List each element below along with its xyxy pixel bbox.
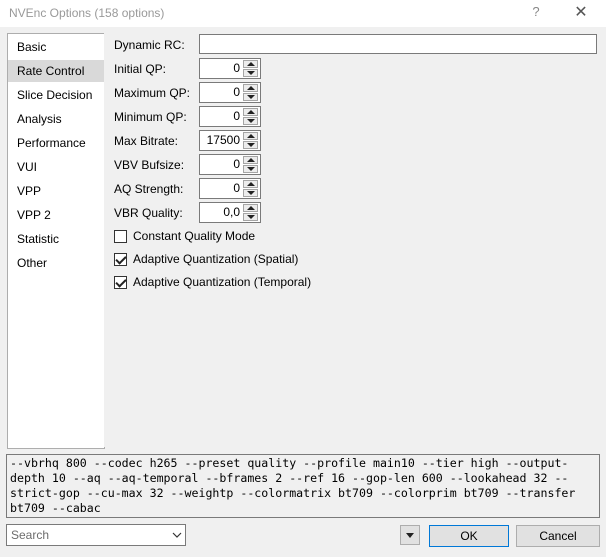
vbr-quality-label: VBR Quality: [114,206,183,220]
initial-qp-value[interactable]: 0 [200,59,242,78]
triangle-up-icon[interactable] [243,132,258,140]
category-list: Basic Rate Control Slice Decision Analys… [7,33,105,449]
sidebar-item-vpp[interactable]: VPP [8,180,104,202]
aq-temporal-label: Adaptive Quantization (Temporal) [133,275,312,289]
ok-button[interactable]: OK [429,525,509,547]
triangle-down-icon[interactable] [243,117,258,125]
window-title: NVEnc Options (158 options) [9,6,165,20]
aq-strength-value[interactable]: 0 [200,179,242,198]
triangle-down-icon[interactable] [243,93,258,101]
rate-control-panel: Dynamic RC: Initial QP: 0 Maximum QP: 0 … [104,33,601,447]
sidebar-item-performance[interactable]: Performance [8,132,104,154]
aq-strength-label: AQ Strength: [114,182,184,196]
dynamic-rc-input[interactable] [199,34,597,54]
sidebar-item-statistic[interactable]: Statistic [8,228,104,250]
dynamic-rc-label: Dynamic RC: [114,38,185,52]
triangle-down-icon[interactable] [243,189,258,197]
vbv-bufsize-stepper[interactable]: 0 [199,154,261,175]
chevron-down-icon[interactable] [171,529,183,541]
search-input[interactable]: Search [11,528,49,542]
sidebar-item-rate-control[interactable]: Rate Control [8,60,104,82]
triangle-up-icon[interactable] [243,156,258,164]
command-line-preview[interactable]: --vbrhq 800 --codec h265 --preset qualit… [6,454,600,518]
triangle-up-icon[interactable] [243,84,258,92]
maximum-qp-stepper[interactable]: 0 [199,82,261,103]
sidebar-item-basic[interactable]: Basic [8,36,104,58]
triangle-up-icon[interactable] [243,60,258,68]
maximum-qp-value[interactable]: 0 [200,83,242,102]
sidebar-item-vpp-2[interactable]: VPP 2 [8,204,104,226]
max-bitrate-label: Max Bitrate: [114,134,179,148]
minimum-qp-stepper[interactable]: 0 [199,106,261,127]
sidebar-item-other[interactable]: Other [8,252,104,274]
maximum-qp-label: Maximum QP: [114,86,191,100]
triangle-up-icon[interactable] [243,108,258,116]
checkbox-box[interactable] [114,230,127,243]
checkbox-box[interactable] [114,253,127,266]
checkmark-icon [115,276,127,288]
max-bitrate-stepper[interactable]: 17500 [199,130,261,151]
checkmark-icon [115,253,127,265]
sidebar-item-slice-decision[interactable]: Slice Decision [8,84,104,106]
initial-qp-label: Initial QP: [114,62,167,76]
title-bar: NVEnc Options (158 options) ? ✕ [0,0,606,27]
minimum-qp-label: Minimum QP: [114,110,187,124]
triangle-down-icon[interactable] [243,165,258,173]
triangle-down-icon[interactable] [243,213,258,221]
triangle-up-icon[interactable] [243,180,258,188]
triangle-down-icon[interactable] [243,141,258,149]
vbv-bufsize-label: VBV Bufsize: [114,158,185,172]
aq-spatial-label: Adaptive Quantization (Spatial) [133,252,299,266]
triangle-down-icon [406,533,414,538]
initial-qp-stepper[interactable]: 0 [199,58,261,79]
dropdown-button[interactable] [400,525,420,545]
vbr-quality-value[interactable]: 0,0 [200,203,242,222]
triangle-down-icon[interactable] [243,69,258,77]
cancel-button[interactable]: Cancel [516,525,600,547]
checkbox-box[interactable] [114,276,127,289]
sidebar-item-analysis[interactable]: Analysis [8,108,104,130]
sidebar-item-vui[interactable]: VUI [8,156,104,178]
triangle-up-icon[interactable] [243,204,258,212]
close-icon[interactable]: ✕ [570,2,592,24]
constant-quality-mode-label: Constant Quality Mode [133,229,256,243]
aq-strength-stepper[interactable]: 0 [199,178,261,199]
help-icon[interactable]: ? [526,4,546,22]
max-bitrate-value[interactable]: 17500 [200,131,242,150]
search-box[interactable]: Search [6,524,186,546]
minimum-qp-value[interactable]: 0 [200,107,242,126]
vbv-bufsize-value[interactable]: 0 [200,155,242,174]
vbr-quality-stepper[interactable]: 0,0 [199,202,261,223]
